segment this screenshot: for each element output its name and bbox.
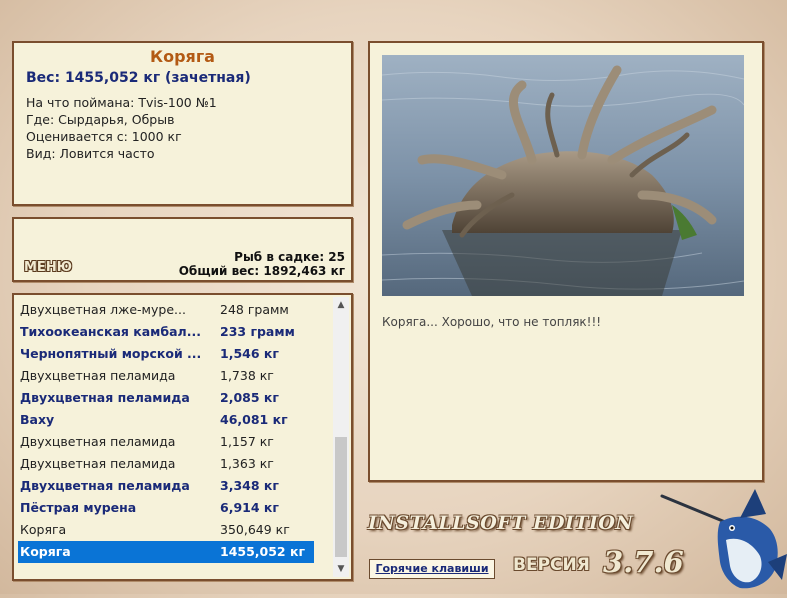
list-item[interactable]: Двухцветная лже-муре... 248 грамм <box>18 299 314 321</box>
list-item-name: Двухцветная пеламида <box>20 434 176 449</box>
list-item[interactable]: Ваху 46,081 кг <box>18 409 314 431</box>
photo-panel: Коряга... Хорошо, что не топляк!!! <box>368 41 764 482</box>
list-item-weight: 3,348 кг <box>220 478 279 493</box>
list-item-name: Двухцветная пеламида <box>20 478 190 493</box>
keepnet-status-panel: МЕНЮ Рыб в садке: 25 Общий вес: 1892,463… <box>12 217 353 282</box>
list-item-weight: 1455,052 кг <box>220 544 305 559</box>
catch-kind: Вид: Ловится часто <box>26 146 155 161</box>
list-item[interactable]: Двухцветная пеламида 1,738 кг <box>18 365 314 387</box>
list-item-name: Чернопятный морской ... <box>20 346 200 361</box>
list-item-weight: 1,546 кг <box>220 346 279 361</box>
list-item[interactable]: Пёстрая мурена 6,914 кг <box>18 497 314 519</box>
catch-info-panel: Коряга Вес: 1455,052 кг (зачетная) На чт… <box>12 41 353 206</box>
list-item[interactable]: Коряга 350,649 кг <box>18 519 314 541</box>
scroll-thumb[interactable] <box>335 437 347 557</box>
catch-location: Где: Сырдарья, Обрыв <box>26 112 175 127</box>
list-item-name: Двухцветная пеламида <box>20 368 176 383</box>
list-item-weight: 248 грамм <box>220 302 289 317</box>
scroll-up-icon[interactable]: ▲ <box>333 297 349 313</box>
edition-logo-text: INSTALLSOFT EDITION <box>368 512 634 534</box>
list-item-name: Двухцветная пеламида <box>20 390 190 405</box>
scroll-down-icon[interactable]: ▼ <box>333 561 349 577</box>
list-item-weight: 46,081 кг <box>220 412 288 427</box>
total-weight: Общий вес: 1892,463 кг <box>178 264 345 278</box>
list-item-weight: 2,085 кг <box>220 390 279 405</box>
catch-title: Коряга <box>150 47 215 66</box>
catch-photo <box>382 55 744 296</box>
list-item-name: Коряга <box>20 544 71 559</box>
list-item-name: Пёстрая мурена <box>20 500 137 515</box>
list-item[interactable]: Двухцветная пеламида 3,348 кг <box>18 475 314 497</box>
version-label: ВЕРСИЯ <box>513 555 590 575</box>
list-item-name: Коряга <box>20 522 67 537</box>
list-item[interactable]: Чернопятный морской ... 1,546 кг <box>18 343 314 365</box>
list-item[interactable]: Двухцветная пеламида 1,363 кг <box>18 453 314 475</box>
list-item-name: Тихоокеанская камбал... <box>20 324 200 339</box>
list-item-weight: 1,738 кг <box>220 368 274 383</box>
list-item-name: Двухцветная пеламида <box>20 456 176 471</box>
list-item[interactable]: Двухцветная пеламида 2,085 кг <box>18 387 314 409</box>
list-item-weight: 1,157 кг <box>220 434 274 449</box>
list-scrollbar[interactable]: ▲ ▼ <box>333 297 349 577</box>
menu-button[interactable]: МЕНЮ <box>24 260 72 275</box>
list-item-weight: 1,363 кг <box>220 456 274 471</box>
list-item-weight: 6,914 кг <box>220 500 279 515</box>
photo-caption: Коряга... Хорошо, что не топляк!!! <box>382 315 602 329</box>
catch-valued-from: Оценивается с: 1000 кг <box>26 129 182 144</box>
hotkeys-button[interactable]: Горячие клавиши <box>369 559 495 579</box>
marlin-logo-icon <box>660 484 787 594</box>
list-item[interactable]: Двухцветная пеламида 1,157 кг <box>18 431 314 453</box>
catch-bait: На что поймана: Tvis-100 №1 <box>26 95 217 110</box>
catch-weight: Вес: 1455,052 кг (зачетная) <box>26 70 251 86</box>
list-item-name: Двухцветная лже-муре... <box>20 302 186 317</box>
list-item-name: Ваху <box>20 412 55 427</box>
catch-list: Двухцветная лже-муре... 248 грамм Тихоокеа… <box>12 293 353 581</box>
fish-count: Рыб в садке: 25 <box>234 250 345 264</box>
list-item-weight: 233 грамм <box>220 324 295 339</box>
list-item[interactable]: Коряга 1455,052 кг <box>18 541 314 563</box>
list-item-weight: 350,649 кг <box>220 522 290 537</box>
list-item[interactable]: Тихоокеанская камбал... 233 грамм <box>18 321 314 343</box>
